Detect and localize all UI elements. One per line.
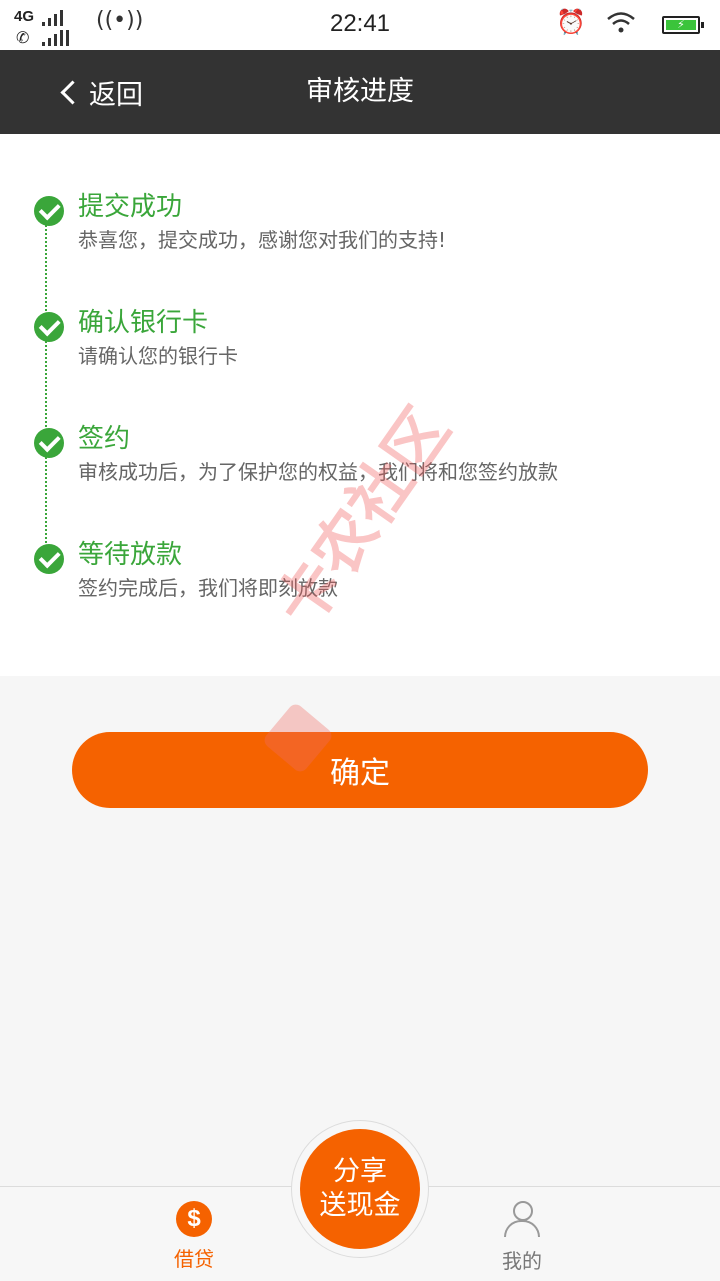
check-icon <box>34 196 64 226</box>
tab-loan[interactable]: $ 借贷 <box>134 1201 254 1272</box>
back-label: 返回 <box>89 79 143 111</box>
wifi-icon <box>607 12 635 33</box>
alarm-icon: ⏰ <box>556 8 586 36</box>
timeline-line <box>45 214 47 554</box>
step-desc: 审核成功后，为了保护您的权益，我们将和您签约放款 <box>78 460 558 484</box>
chevron-left-icon <box>60 79 85 105</box>
tab-mine-label: 我的 <box>502 1249 542 1273</box>
battery-icon: ⚡ <box>662 16 704 34</box>
back-button[interactable]: 返回 <box>58 50 143 134</box>
check-icon <box>34 428 64 458</box>
step-desc: 恭喜您，提交成功，感谢您对我们的支持! <box>78 228 447 252</box>
check-icon <box>34 544 64 574</box>
dollar-icon: $ <box>176 1201 212 1237</box>
tab-loan-label: 借贷 <box>174 1247 214 1271</box>
step-desc: 请确认您的银行卡 <box>78 344 238 368</box>
review-progress-panel: 提交成功 恭喜您，提交成功，感谢您对我们的支持! 确认银行卡 请确认您的银行卡 … <box>0 134 720 676</box>
step-title: 确认银行卡 <box>78 308 209 338</box>
tab-mine[interactable]: 我的 <box>462 1201 582 1274</box>
share-line-1: 分享 <box>333 1156 387 1187</box>
step-desc: 签约完成后，我们将即刻放款 <box>78 576 338 600</box>
check-icon <box>34 312 64 342</box>
user-icon <box>502 1201 542 1239</box>
confirm-button[interactable]: 确定 <box>72 732 648 808</box>
step-title: 提交成功 <box>78 192 183 222</box>
step-title: 等待放款 <box>78 540 183 570</box>
step-title: 签约 <box>78 424 131 454</box>
status-bar: 4G ✆ ((•)) 22:41 ⏰ ⚡ <box>0 0 720 50</box>
share-cash-button[interactable]: 分享 送现金 <box>300 1129 420 1249</box>
share-line-2: 送现金 <box>319 1190 401 1221</box>
nav-header: 返回 审核进度 <box>0 50 720 134</box>
